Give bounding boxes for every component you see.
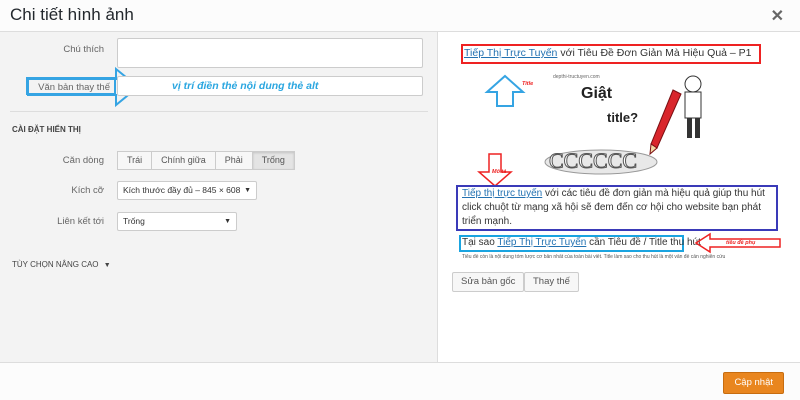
link-label: Liên kết tới xyxy=(57,216,104,227)
chevron-down-icon: ▼ xyxy=(224,218,231,225)
settings-panel: Chú thích Văn bản thay thế vị trí điền t… xyxy=(0,32,438,362)
caret-down-icon: ▼ xyxy=(103,262,111,269)
size-select-value: Kích thước đầy đủ – 845 × 608 xyxy=(123,185,241,195)
close-icon[interactable]: ✕ xyxy=(771,6,784,26)
divider xyxy=(10,111,428,112)
align-button-group: Trái Chính giữa Phải Trống xyxy=(117,151,295,170)
small-note: Tiêu đề còn là nội dung tóm lược cơ bản … xyxy=(462,254,726,260)
description-link[interactable]: Tiếp thị trực tuyến xyxy=(462,188,542,199)
link-select[interactable]: Trống ▼ xyxy=(117,212,237,231)
title-link[interactable]: Tiếp Thị Trực Tuyến xyxy=(464,47,557,59)
align-left-button[interactable]: Trái xyxy=(117,151,153,170)
advanced-options-toggle[interactable]: TÙY CHỌN NÂNG CAO ▼ xyxy=(12,260,111,269)
replace-button[interactable]: Thay thế xyxy=(524,272,579,292)
title-rest: với Tiêu Đề Đơn Giản Mà Hiệu Quả – P1 xyxy=(557,47,752,59)
preview-description: Tiếp thị trực tuyến với các tiêu đề đơn … xyxy=(462,187,774,229)
size-label: Kích cỡ xyxy=(71,185,104,196)
caption-label: Chú thích xyxy=(63,44,104,55)
caption-textarea[interactable] xyxy=(117,38,423,68)
link-select-value: Trống xyxy=(123,216,145,226)
display-settings-heading: CÀI ĐẶT HIỂN THỊ xyxy=(12,125,81,134)
align-right-button[interactable]: Phải xyxy=(214,151,253,170)
title-tag: Title xyxy=(522,81,534,87)
image-word-1: Giật xyxy=(581,85,613,102)
svg-text:CCCCCC: CCCCCC xyxy=(549,148,637,173)
align-center-button[interactable]: Chính giữa xyxy=(151,151,216,170)
site-label: depthi-tructuyen.com xyxy=(553,74,600,80)
description-tag: Mô tả xyxy=(492,169,507,175)
align-none-button[interactable]: Trống xyxy=(251,151,295,170)
modal-header: Chi tiết hình ảnh ✕ xyxy=(0,0,800,32)
advanced-options-label: TÙY CHỌN NÂNG CAO xyxy=(12,260,99,269)
update-button[interactable]: Cập nhật xyxy=(723,372,784,394)
preview-panel: Tiếp Thị Trực Tuyến với Tiêu Đề Đơn Giản… xyxy=(439,32,800,362)
modal-title: Chi tiết hình ảnh xyxy=(10,5,134,24)
modal-footer: Cập nhật xyxy=(0,362,800,400)
alt-text-input[interactable]: vị trí điền thẻ nội dung thẻ alt xyxy=(117,76,423,96)
image-word-2: title? xyxy=(607,110,638,125)
alt-label: Văn bản thay thế xyxy=(38,82,110,93)
preview-title: Tiếp Thị Trực Tuyến với Tiêu Đề Đơn Giản… xyxy=(464,47,752,59)
size-select[interactable]: Kích thước đầy đủ – 845 × 608 ▼ xyxy=(117,181,257,200)
chevron-down-icon: ▼ xyxy=(244,187,251,194)
preview-caption: Tại sao Tiếp Thị Trực Tuyến cần Tiêu đề … xyxy=(462,237,701,248)
caption-tag: tiêu đề phụ xyxy=(726,240,756,246)
caption-rest: cần Tiêu đề / Title thu hút xyxy=(586,237,701,248)
edit-original-button[interactable]: Sửa bản gốc xyxy=(452,272,525,292)
caption-prefix: Tại sao xyxy=(462,237,498,248)
align-label: Căn dòng xyxy=(62,155,104,166)
up-arrow-icon xyxy=(484,74,526,107)
caption-link[interactable]: Tiếp Thị Trực Tuyến xyxy=(497,237,586,248)
